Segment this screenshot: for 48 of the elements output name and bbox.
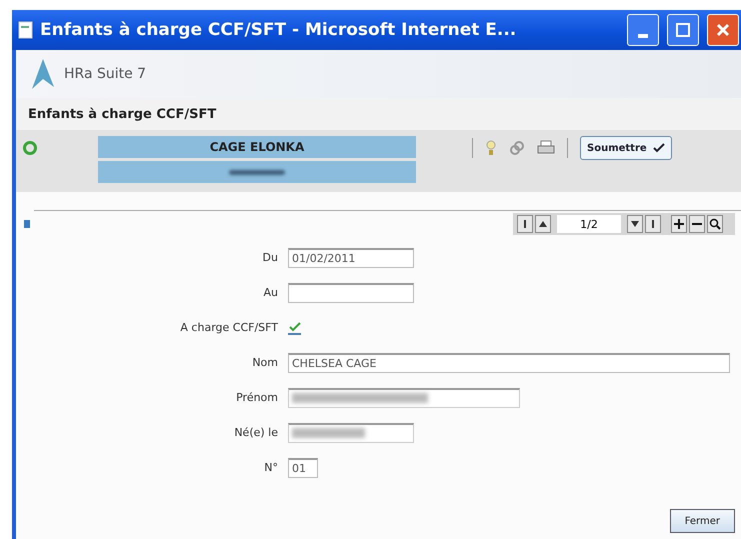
page-icon <box>18 21 34 39</box>
close-button[interactable] <box>707 14 739 46</box>
logo-icon <box>30 59 56 89</box>
minimize-button[interactable] <box>627 14 659 46</box>
next-page-button[interactable] <box>627 215 643 233</box>
input-field[interactable]: 01 <box>288 458 318 478</box>
minimize-icon <box>638 34 648 38</box>
field-label: Du <box>262 251 278 264</box>
field-label: Au <box>262 286 278 299</box>
page-position: 1/2 <box>557 215 621 233</box>
input-field[interactable]: 01/02/2011 <box>288 248 414 268</box>
checkbox[interactable] <box>288 320 301 335</box>
zoom-button[interactable] <box>707 215 723 233</box>
checkmark-icon <box>288 322 300 332</box>
last-page-button[interactable] <box>645 215 661 233</box>
input-field[interactable] <box>288 282 414 302</box>
input-field[interactable]: CHELSEA CAGE <box>288 352 730 372</box>
add-button[interactable] <box>671 215 687 233</box>
remove-button[interactable] <box>689 215 705 233</box>
down-triangle-icon <box>631 221 639 227</box>
search-icon <box>709 218 721 230</box>
plus-icon <box>674 219 684 229</box>
employee-name: CAGE ELONKA <box>98 136 416 158</box>
previous-page-button[interactable] <box>535 215 551 233</box>
window-title: Enfants à charge CCF/SFT - Microsoft Internet E... <box>40 20 518 40</box>
maximize-button[interactable] <box>667 14 699 46</box>
bar-icon <box>522 219 528 229</box>
submit-button[interactable]: Soumettre <box>580 136 672 160</box>
field-label: Né(e) le <box>233 426 278 439</box>
anchor-icon <box>24 220 30 228</box>
maximize-icon <box>676 23 690 37</box>
field-label: N° <box>263 461 278 474</box>
field-label: A charge CCF/SFT <box>179 321 278 334</box>
bar-icon <box>650 219 656 229</box>
field-label: Prénom <box>235 391 278 404</box>
printer-icon[interactable] <box>537 140 555 156</box>
page-title: Enfants à charge CCF/SFT <box>28 106 216 122</box>
field-label: Nom <box>251 356 278 369</box>
first-page-button[interactable] <box>517 215 533 233</box>
app-name: HRa Suite 7 <box>64 66 146 82</box>
close-icon <box>715 22 731 38</box>
link-icon[interactable] <box>509 140 525 156</box>
up-triangle-icon <box>539 221 547 227</box>
redacted-field[interactable] <box>288 388 520 408</box>
checkmark-icon <box>652 143 665 153</box>
close-form-button[interactable]: Fermer <box>670 509 735 533</box>
refresh-icon[interactable] <box>22 140 38 156</box>
redacted-field[interactable] <box>288 422 414 442</box>
